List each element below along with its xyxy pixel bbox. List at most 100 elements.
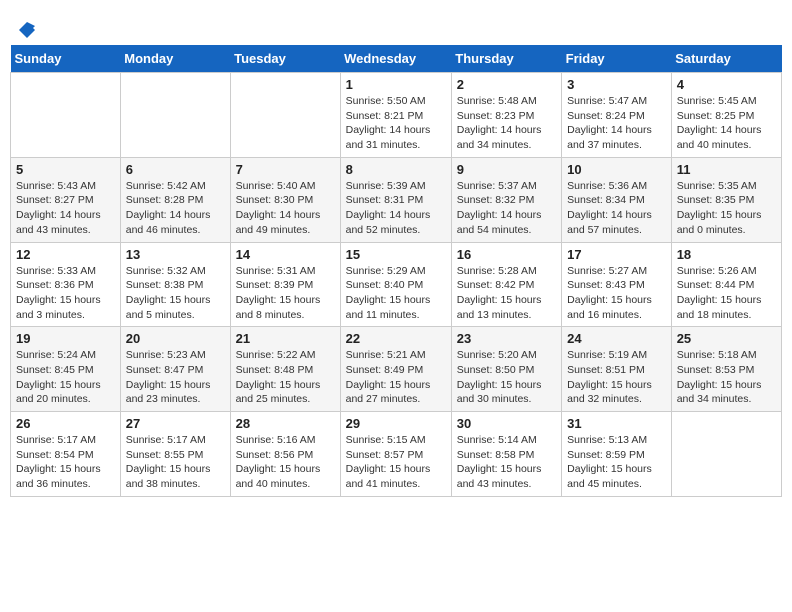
day-number: 5 [16, 162, 115, 177]
calendar-day-7: 7 Sunrise: 5:40 AMSunset: 8:30 PMDaylight… [230, 157, 340, 242]
calendar-day-16: 16 Sunrise: 5:28 AMSunset: 8:42 PMDayligh… [451, 242, 561, 327]
weekday-header-saturday: Saturday [671, 45, 781, 73]
day-info: Sunrise: 5:16 AMSunset: 8:56 PMDaylight:… [236, 433, 335, 492]
day-number: 16 [457, 247, 556, 262]
logo-icon [17, 20, 37, 40]
calendar-day-20: 20 Sunrise: 5:23 AMSunset: 8:47 PMDayligh… [120, 327, 230, 412]
day-info: Sunrise: 5:27 AMSunset: 8:43 PMDaylight:… [567, 264, 666, 323]
day-number: 20 [126, 331, 225, 346]
calendar-day-12: 12 Sunrise: 5:33 AMSunset: 8:36 PMDayligh… [11, 242, 121, 327]
weekday-header-sunday: Sunday [11, 45, 121, 73]
calendar-day-3: 3Sunrise: 5:47 AMSunset: 8:24 PMDaylight… [562, 73, 672, 158]
calendar-day-19: 19 Sunrise: 5:24 AMSunset: 8:45 PMDayligh… [11, 327, 121, 412]
day-number: 27 [126, 416, 225, 431]
day-info: Sunrise: 5:42 AMSunset: 8:28 PMDaylight:… [126, 179, 225, 238]
weekday-header-tuesday: Tuesday [230, 45, 340, 73]
calendar-day-31: 31Sunrise: 5:13 AMSunset: 8:59 PMDayligh… [562, 412, 672, 497]
calendar-day-26: 26 Sunrise: 5:17 AMSunset: 8:54 PMDayligh… [11, 412, 121, 497]
calendar-week-row: 1Sunrise: 5:50 AMSunset: 8:21 PMDaylight… [11, 73, 782, 158]
calendar-day-28: 28Sunrise: 5:16 AMSunset: 8:56 PMDayligh… [230, 412, 340, 497]
day-info: Sunrise: 5:23 AMSunset: 8:47 PMDaylight:… [126, 348, 225, 407]
day-number: 30 [457, 416, 556, 431]
day-info: Sunrise: 5:47 AMSunset: 8:24 PMDaylight:… [567, 94, 666, 153]
day-number: 14 [236, 247, 335, 262]
day-info: Sunrise: 5:33 AMSunset: 8:36 PMDaylight:… [16, 264, 115, 323]
calendar-day-17: 17 Sunrise: 5:27 AMSunset: 8:43 PMDayligh… [562, 242, 672, 327]
page-header [10, 10, 782, 45]
day-info: Sunrise: 5:45 AMSunset: 8:25 PMDaylight:… [677, 94, 776, 153]
day-info: Sunrise: 5:37 AMSunset: 8:32 PMDaylight:… [457, 179, 556, 238]
day-info: Sunrise: 5:19 AMSunset: 8:51 PMDaylight:… [567, 348, 666, 407]
day-info: Sunrise: 5:31 AMSunset: 8:39 PMDaylight:… [236, 264, 335, 323]
calendar-day-29: 29 Sunrise: 5:15 AMSunset: 8:57 PMDayligh… [340, 412, 451, 497]
day-info: Sunrise: 5:35 AMSunset: 8:35 PMDaylight:… [677, 179, 776, 238]
day-info: Sunrise: 5:24 AMSunset: 8:45 PMDaylight:… [16, 348, 115, 407]
calendar-empty-cell [11, 73, 121, 158]
calendar-day-15: 15 Sunrise: 5:29 AMSunset: 8:40 PMDayligh… [340, 242, 451, 327]
day-info: Sunrise: 5:15 AMSunset: 8:57 PMDaylight:… [346, 433, 446, 492]
day-info: Sunrise: 5:18 AMSunset: 8:53 PMDaylight:… [677, 348, 776, 407]
calendar-day-2: 2 Sunrise: 5:48 AMSunset: 8:23 PMDaylight… [451, 73, 561, 158]
weekday-header-monday: Monday [120, 45, 230, 73]
day-number: 19 [16, 331, 115, 346]
day-number: 6 [126, 162, 225, 177]
day-number: 9 [457, 162, 556, 177]
day-info: Sunrise: 5:14 AMSunset: 8:58 PMDaylight:… [457, 433, 556, 492]
day-number: 2 [457, 77, 556, 92]
day-info: Sunrise: 5:29 AMSunset: 8:40 PMDaylight:… [346, 264, 446, 323]
calendar-day-9: 9 Sunrise: 5:37 AMSunset: 8:32 PMDaylight… [451, 157, 561, 242]
calendar-empty-cell [671, 412, 781, 497]
calendar-day-27: 27 Sunrise: 5:17 AMSunset: 8:55 PMDayligh… [120, 412, 230, 497]
calendar-day-30: 30 Sunrise: 5:14 AMSunset: 8:58 PMDayligh… [451, 412, 561, 497]
day-info: Sunrise: 5:20 AMSunset: 8:50 PMDaylight:… [457, 348, 556, 407]
day-info: Sunrise: 5:17 AMSunset: 8:55 PMDaylight:… [126, 433, 225, 492]
day-info: Sunrise: 5:13 AMSunset: 8:59 PMDaylight:… [567, 433, 666, 492]
weekday-header-friday: Friday [562, 45, 672, 73]
calendar-day-18: 18Sunrise: 5:26 AMSunset: 8:44 PMDayligh… [671, 242, 781, 327]
day-info: Sunrise: 5:21 AMSunset: 8:49 PMDaylight:… [346, 348, 446, 407]
day-info: Sunrise: 5:28 AMSunset: 8:42 PMDaylight:… [457, 264, 556, 323]
day-info: Sunrise: 5:43 AMSunset: 8:27 PMDaylight:… [16, 179, 115, 238]
calendar-day-8: 8 Sunrise: 5:39 AMSunset: 8:31 PMDaylight… [340, 157, 451, 242]
logo [15, 20, 37, 40]
calendar-week-row: 12 Sunrise: 5:33 AMSunset: 8:36 PMDayligh… [11, 242, 782, 327]
calendar-week-row: 26 Sunrise: 5:17 AMSunset: 8:54 PMDayligh… [11, 412, 782, 497]
day-info: Sunrise: 5:36 AMSunset: 8:34 PMDaylight:… [567, 179, 666, 238]
day-number: 29 [346, 416, 446, 431]
day-info: Sunrise: 5:48 AMSunset: 8:23 PMDaylight:… [457, 94, 556, 153]
day-info: Sunrise: 5:17 AMSunset: 8:54 PMDaylight:… [16, 433, 115, 492]
calendar-day-10: 10 Sunrise: 5:36 AMSunset: 8:34 PMDayligh… [562, 157, 672, 242]
calendar-week-row: 5 Sunrise: 5:43 AMSunset: 8:27 PMDaylight… [11, 157, 782, 242]
day-number: 11 [677, 162, 776, 177]
calendar-week-row: 19 Sunrise: 5:24 AMSunset: 8:45 PMDayligh… [11, 327, 782, 412]
day-info: Sunrise: 5:40 AMSunset: 8:30 PMDaylight:… [236, 179, 335, 238]
day-number: 21 [236, 331, 335, 346]
day-number: 13 [126, 247, 225, 262]
day-number: 18 [677, 247, 776, 262]
day-number: 24 [567, 331, 666, 346]
day-info: Sunrise: 5:39 AMSunset: 8:31 PMDaylight:… [346, 179, 446, 238]
calendar-day-4: 4Sunrise: 5:45 AMSunset: 8:25 PMDaylight… [671, 73, 781, 158]
calendar-day-1: 1Sunrise: 5:50 AMSunset: 8:21 PMDaylight… [340, 73, 451, 158]
calendar-day-13: 13 Sunrise: 5:32 AMSunset: 8:38 PMDayligh… [120, 242, 230, 327]
weekday-header-thursday: Thursday [451, 45, 561, 73]
calendar-day-22: 22Sunrise: 5:21 AMSunset: 8:49 PMDayligh… [340, 327, 451, 412]
calendar-day-14: 14 Sunrise: 5:31 AMSunset: 8:39 PMDayligh… [230, 242, 340, 327]
day-number: 17 [567, 247, 666, 262]
day-number: 15 [346, 247, 446, 262]
calendar-day-5: 5 Sunrise: 5:43 AMSunset: 8:27 PMDaylight… [11, 157, 121, 242]
calendar-day-21: 21Sunrise: 5:22 AMSunset: 8:48 PMDayligh… [230, 327, 340, 412]
day-number: 23 [457, 331, 556, 346]
day-number: 8 [346, 162, 446, 177]
day-info: Sunrise: 5:32 AMSunset: 8:38 PMDaylight:… [126, 264, 225, 323]
weekday-header-wednesday: Wednesday [340, 45, 451, 73]
calendar-day-24: 24 Sunrise: 5:19 AMSunset: 8:51 PMDayligh… [562, 327, 672, 412]
day-number: 10 [567, 162, 666, 177]
day-number: 7 [236, 162, 335, 177]
day-number: 12 [16, 247, 115, 262]
calendar-day-11: 11 Sunrise: 5:35 AMSunset: 8:35 PMDayligh… [671, 157, 781, 242]
day-number: 1 [346, 77, 446, 92]
day-number: 26 [16, 416, 115, 431]
day-number: 25 [677, 331, 776, 346]
calendar-day-23: 23 Sunrise: 5:20 AMSunset: 8:50 PMDayligh… [451, 327, 561, 412]
